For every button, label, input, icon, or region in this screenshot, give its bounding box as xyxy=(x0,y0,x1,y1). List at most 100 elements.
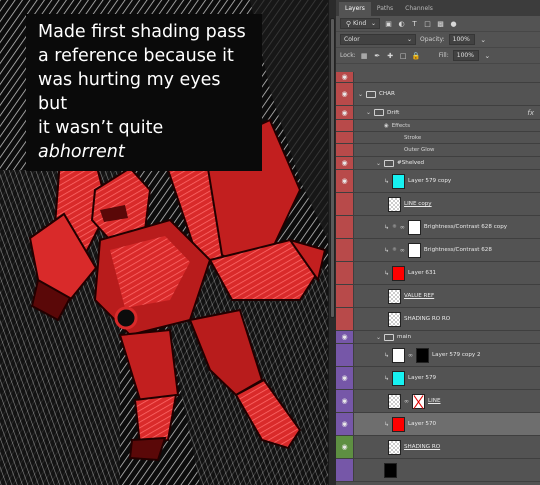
opacity-input[interactable]: 100% xyxy=(448,34,475,45)
chevron-down-icon[interactable]: ⌄ xyxy=(358,91,363,98)
artwork-canvas[interactable]: Made first shading pass a reference beca… xyxy=(0,0,328,485)
layer-row-value-ref[interactable]: VALUE REF xyxy=(336,285,540,308)
chevron-down-icon[interactable]: ⌄ xyxy=(479,35,488,44)
layer-row-layer-631[interactable]: ↳ Layer 631 xyxy=(336,262,540,285)
layer-row-layer-579-copy-2[interactable]: ↳ ∞ Layer 579 copy 2 xyxy=(336,344,540,367)
tab-paths[interactable]: Paths xyxy=(371,2,399,16)
visibility-toggle[interactable]: ◉ xyxy=(336,83,354,105)
layer-row-brightness-contrast-628-copy[interactable]: ↳ ☼ ∞ Brightness/Contrast 628 copy xyxy=(336,216,540,239)
visibility-toggle[interactable]: ◉ xyxy=(336,170,354,192)
caption-line-3: was hurting my eyes but xyxy=(38,70,221,114)
layer-row-line-copy[interactable]: LINE copy xyxy=(336,193,540,216)
layer-effect-stroke[interactable]: Stroke xyxy=(336,132,540,144)
filter-row: ⚲ Kind ⌄ ▣ ◐ T □ ▩ ● xyxy=(336,16,540,32)
chevron-down-icon[interactable]: ⌄ xyxy=(376,334,381,341)
caption-emphasis: abhorrent xyxy=(38,142,125,162)
fill-label: Fill: xyxy=(438,52,449,59)
lock-row: Lock: ▦ ✒ ✚ □ 🔒 Fill: 100% ⌄ xyxy=(336,48,540,64)
kind-filter-dropdown[interactable]: ⚲ Kind ⌄ xyxy=(340,18,380,29)
eye-icon: ◉ xyxy=(341,420,348,428)
eye-icon: ◉ xyxy=(341,177,348,185)
pixel-filter-icon[interactable]: ▣ xyxy=(384,19,393,28)
layers-panel: Layers Paths Channels ⚲ Kind ⌄ ▣ ◐ T □ ▩… xyxy=(336,0,540,485)
visibility-toggle[interactable]: ◉ xyxy=(336,413,354,435)
clipping-mask-icon: ↳ xyxy=(384,246,390,254)
layer-effect-outer-glow[interactable]: Outer Glow xyxy=(336,144,540,157)
scrollbar-thumb[interactable] xyxy=(330,18,335,318)
layer-name: Layer 579 copy xyxy=(408,178,452,184)
layer-row-shading-ro-ro[interactable]: SHADING RO RO xyxy=(336,308,540,331)
caption-box: Made first shading pass a reference beca… xyxy=(26,14,262,171)
visibility-toggle[interactable] xyxy=(336,216,354,238)
filter-toggle-icon[interactable]: ● xyxy=(449,19,458,28)
search-icon: ⚲ xyxy=(345,19,352,28)
layer-row-line[interactable]: ◉ ∞ LINE xyxy=(336,390,540,413)
visibility-toggle[interactable] xyxy=(336,239,354,261)
visibility-toggle[interactable] xyxy=(336,344,354,366)
layer-row-drift[interactable]: ◉ ⌄ Drift fx xyxy=(336,106,540,120)
visibility-toggle[interactable]: ◉ xyxy=(336,72,354,82)
layer-row-layer-570[interactable]: ◉ ↳ Layer 570 xyxy=(336,413,540,436)
blend-mode-dropdown[interactable]: Color ⌄ xyxy=(340,34,416,45)
visibility-toggle[interactable] xyxy=(336,459,354,481)
layer-name: Layer 579 copy 2 xyxy=(432,352,481,358)
layer-thumbnail xyxy=(384,462,397,478)
layer-thumbnail xyxy=(388,311,401,327)
layer-row-shading-ro[interactable]: ◉ SHADING RO xyxy=(336,436,540,459)
layer-row-layer-579-copy[interactable]: ◉ ↳ Layer 579 copy xyxy=(336,170,540,193)
visibility-toggle[interactable] xyxy=(336,308,354,330)
layer-row-main[interactable]: ◉ ⌄ main xyxy=(336,331,540,344)
link-icon: ∞ xyxy=(399,246,405,254)
visibility-toggle[interactable]: ◉ xyxy=(336,106,354,119)
fill-value: 100% xyxy=(456,52,474,59)
visibility-toggle[interactable] xyxy=(336,144,354,156)
lock-all-icon[interactable]: 🔒 xyxy=(412,51,421,60)
canvas-scrollbar[interactable] xyxy=(328,0,336,485)
layer-mask-thumbnail xyxy=(416,347,430,363)
visibility-toggle[interactable]: ◉ xyxy=(336,331,354,343)
visibility-toggle[interactable] xyxy=(336,262,354,284)
caption-line-2: a reference because it xyxy=(38,46,234,66)
lock-pixels-icon[interactable]: ✒ xyxy=(373,51,382,60)
visibility-toggle[interactable] xyxy=(336,193,354,215)
opacity-label: Opacity: xyxy=(420,36,445,43)
visibility-toggle[interactable]: ◉ xyxy=(336,436,354,458)
lock-position-icon[interactable]: ✚ xyxy=(386,51,395,60)
visibility-toggle[interactable]: ◉ xyxy=(336,367,354,389)
type-filter-icon[interactable]: T xyxy=(410,19,419,28)
layer-name: Brightness/Contrast 628 copy xyxy=(423,224,508,230)
artboard-icon[interactable]: □ xyxy=(399,51,408,60)
layer-row-brightness-contrast-628[interactable]: ↳ ☼ ∞ Brightness/Contrast 628 xyxy=(336,239,540,262)
layer-name: Brightness/Contrast 628 xyxy=(423,247,492,253)
shape-filter-icon[interactable]: □ xyxy=(423,19,432,28)
fill-input[interactable]: 100% xyxy=(452,50,479,61)
chevron-down-icon: ⌄ xyxy=(370,20,376,27)
tab-channels[interactable]: Channels xyxy=(399,2,439,16)
chevron-down-icon[interactable]: ⌄ xyxy=(376,160,381,167)
lock-transparency-icon[interactable]: ▦ xyxy=(360,51,369,60)
layer-row-layer-579[interactable]: ◉ ↳ Layer 579 xyxy=(336,367,540,390)
adjustment-filter-icon[interactable]: ◐ xyxy=(397,19,406,28)
tab-layers[interactable]: Layers xyxy=(339,2,371,16)
layer-name: VALUE REF xyxy=(404,293,435,299)
layers-list: ◉ ◉ ⌄ CHAR ◉ ⌄ Drift fx ◉ Effects Stroke… xyxy=(336,72,540,485)
layer-row-char[interactable]: ◉ ⌄ CHAR xyxy=(336,83,540,106)
caption-line-4-prefix: it wasn’t quite xyxy=(38,118,164,138)
visibility-toggle[interactable] xyxy=(336,132,354,143)
layer-row-partial-bottom[interactable] xyxy=(336,459,540,482)
visibility-toggle[interactable]: ◉ xyxy=(336,157,354,169)
chevron-down-icon[interactable]: ⌄ xyxy=(483,51,492,60)
smart-object-filter-icon[interactable]: ▩ xyxy=(436,19,445,28)
chevron-down-icon[interactable]: ⌄ xyxy=(366,109,371,116)
layer-row-partial[interactable]: ◉ xyxy=(336,72,540,83)
layer-row-shelved[interactable]: ◉ ⌄ #Shelved xyxy=(336,157,540,170)
fx-icon[interactable]: fx xyxy=(527,109,534,117)
layer-name: LINE copy xyxy=(404,201,432,207)
eye-icon[interactable]: ◉ xyxy=(384,123,389,129)
layer-name: SHADING RO RO xyxy=(404,316,451,322)
layer-thumbnail xyxy=(392,265,406,281)
visibility-toggle[interactable] xyxy=(336,120,354,131)
layer-effects-header[interactable]: ◉ Effects xyxy=(336,120,540,132)
visibility-toggle[interactable]: ◉ xyxy=(336,390,354,412)
visibility-toggle[interactable] xyxy=(336,285,354,307)
